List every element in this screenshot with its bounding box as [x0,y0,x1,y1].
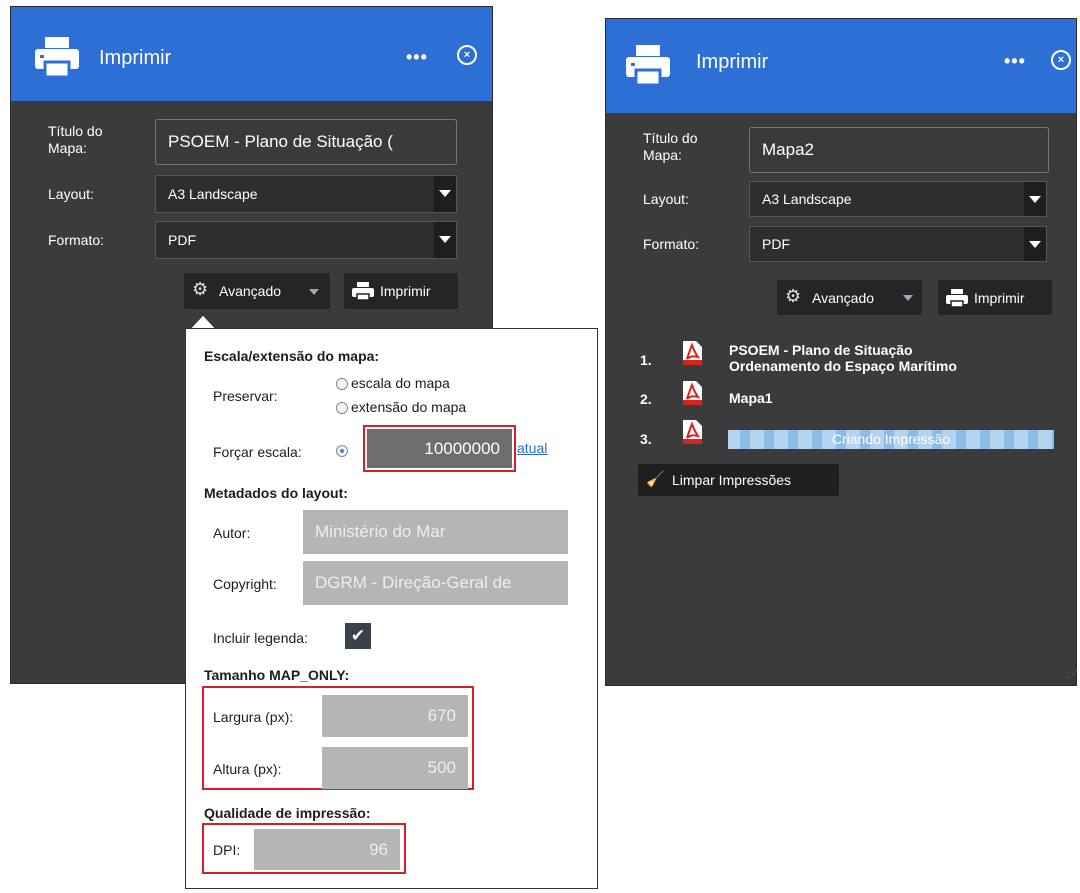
layout-select[interactable]: A3 Landscape [749,181,1047,217]
format-label: Formato: [643,236,700,252]
width-input[interactable]: 670 [322,695,468,737]
panel-header: Imprimir ••• × [606,19,1076,113]
caret-down-icon [903,295,913,301]
print-label: Imprimir [380,283,431,299]
author-input[interactable]: Ministério do Mar [303,510,568,554]
printer-icon [352,282,374,300]
result-link[interactable]: PSOEM - Plano de Situação Ordenamento do… [729,342,957,374]
preserve-extent-option[interactable]: extensão do mapa [351,399,466,415]
clear-prints-label: Limpar Impressões [672,472,792,488]
chevron-down-icon [434,176,456,212]
map-title-input[interactable]: Mapa2 [749,127,1049,173]
print-button[interactable]: Imprimir [938,280,1052,315]
metadata-section-title: Metadados do layout: [204,485,348,501]
layout-value: A3 Landscape [168,186,258,202]
legend-checkbox[interactable]: ✔ [345,623,371,649]
close-icon[interactable]: × [1051,50,1071,70]
printer-icon [946,289,968,307]
pdf-icon [683,420,702,444]
result-number: 1. [640,352,652,368]
gear-icon: ⚙ [785,286,802,306]
advanced-button[interactable]: ⚙ Avançado [184,273,330,309]
format-value: PDF [762,236,790,252]
force-scale-input[interactable]: 10000000 [367,429,512,468]
panel-header: Imprimir ••• × [11,7,492,101]
result-link[interactable]: Mapa1 [729,390,773,406]
format-value: PDF [168,232,196,248]
printer-icon [35,37,79,77]
printer-icon [626,45,670,85]
result-number: 2. [640,391,652,407]
height-input[interactable]: 500 [322,747,468,789]
quality-section-title: Qualidade de impressão: [204,805,371,821]
preserve-extent-radio[interactable] [336,402,348,414]
broom-icon: 🧹 [646,471,665,488]
caret-down-icon [309,289,319,295]
clear-prints-button[interactable]: 🧹 Limpar Impressões [638,464,839,496]
print-button[interactable]: Imprimir [344,273,458,309]
legend-label: Incluir legenda: [213,630,308,646]
preserve-scale-option[interactable]: escala do mapa [351,375,450,391]
format-select[interactable]: PDF [155,221,457,259]
copyright-label: Copyright: [213,576,277,592]
dpi-label: DPI: [213,842,241,858]
copyright-input[interactable]: DGRM - Direção-Geral de [303,561,568,605]
author-label: Autor: [213,525,251,541]
size-section-title: Tamanho MAP_ONLY: [204,667,350,683]
preserve-label: Preservar: [213,388,278,404]
advanced-label: Avançado [812,290,875,306]
chevron-down-icon [1024,227,1046,261]
current-scale-link[interactable]: atual [517,440,547,456]
advanced-label: Avançado [219,283,282,299]
panel-title: Imprimir [99,47,172,69]
layout-label: Layout: [48,186,94,202]
gear-icon: ⚙ [192,279,209,299]
advanced-button[interactable]: ⚙ Avançado [777,280,922,315]
print-panel-right: Imprimir ••• × Título do Mapa: Mapa2 Lay… [605,18,1078,686]
layout-value: A3 Landscape [762,191,852,207]
layout-label: Layout: [643,191,689,207]
print-label: Imprimir [974,290,1025,306]
panel-title: Imprimir [696,51,769,73]
scale-section-title: Escala/extensão do mapa: [204,348,380,364]
progress-label: Criando Impressão [831,431,951,447]
title-label: Título do Mapa: [643,130,698,163]
force-scale-label: Forçar escala: [213,444,302,460]
close-icon[interactable]: × [457,45,477,65]
format-select[interactable]: PDF [749,226,1047,262]
format-label: Formato: [48,232,105,248]
map-title-input[interactable]: PSOEM - Plano de Situação ( [155,119,457,165]
preserve-scale-radio[interactable] [336,378,348,390]
chevron-down-icon [1024,182,1046,216]
dpi-input[interactable]: 96 [254,829,400,870]
height-label: Altura (px): [213,761,282,777]
title-label: Título do Mapa: [48,123,103,156]
chevron-down-icon [434,222,456,258]
pdf-icon[interactable] [681,341,703,365]
pdf-icon[interactable] [681,381,703,405]
result-number: 3. [640,431,652,447]
width-label: Largura (px): [213,709,294,725]
print-progress-bar: Criando Impressão [728,430,1054,449]
resize-handle-icon[interactable]: ⋰ [1068,669,1078,680]
more-options-icon[interactable]: ••• [1004,51,1026,72]
layout-select[interactable]: A3 Landscape [155,175,457,213]
more-options-icon[interactable]: ••• [406,47,428,68]
advanced-options-popup: Escala/extensão do mapa: Preservar: esca… [185,328,598,889]
force-scale-radio[interactable] [336,445,348,457]
